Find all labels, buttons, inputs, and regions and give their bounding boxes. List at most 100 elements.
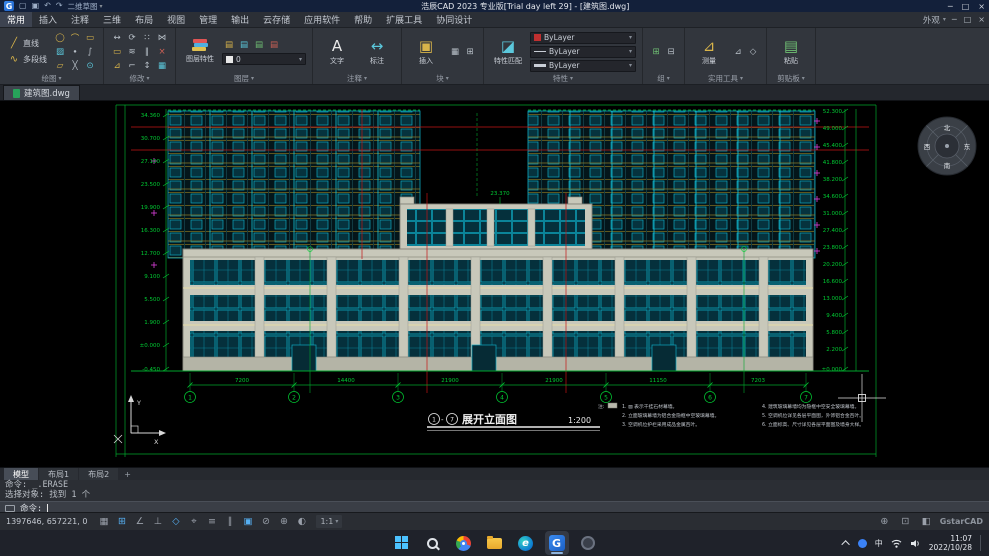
ungroup-icon[interactable]: ⊟ <box>664 45 678 58</box>
tab-insert[interactable]: 插入 <box>32 12 64 27</box>
scale-tool-icon[interactable]: ↕ <box>140 59 154 72</box>
compass-west-label[interactable]: 西 <box>924 143 931 151</box>
clean-screen-icon[interactable]: ⊡ <box>898 516 913 527</box>
stretch-tool-icon[interactable]: ▭ <box>110 45 124 58</box>
ortho-toggle-icon[interactable]: ⊥ <box>150 516 165 527</box>
start-button[interactable] <box>390 531 414 555</box>
point-tool-icon[interactable]: ∙ <box>68 45 82 58</box>
measure-button[interactable]: ⊿测量 <box>691 38 727 66</box>
group-icon[interactable]: ⊞ <box>649 45 663 58</box>
layer-isolate-icon[interactable]: ▤ <box>267 38 281 51</box>
fillet-tool-icon[interactable]: ∥ <box>140 45 154 58</box>
minimize-button[interactable]: ─ <box>948 2 953 11</box>
line-button[interactable]: ╱直线 <box>6 37 49 51</box>
compass-east-label[interactable]: 东 <box>964 142 971 151</box>
tab-3d[interactable]: 三维 <box>96 12 128 27</box>
undo-icon[interactable]: ↶ <box>44 1 51 11</box>
tab-layout[interactable]: 布局 <box>128 12 160 27</box>
customize-icon[interactable]: ◧ <box>919 516 934 527</box>
lineweight-toggle-icon[interactable]: ≡ <box>204 516 219 527</box>
tab-output[interactable]: 输出 <box>224 12 256 27</box>
panel-label-annotation[interactable]: 注释▾ <box>319 73 395 84</box>
rectangle-tool-icon[interactable]: ▭ <box>83 31 97 44</box>
volume-icon[interactable] <box>910 539 921 548</box>
clock[interactable]: 11:07 2022/10/28 <box>929 534 972 552</box>
layer-dropdown[interactable]: 0 ▾ <box>222 53 306 65</box>
osnap-toggle-icon[interactable]: ◇ <box>168 516 183 527</box>
linetype-dropdown[interactable]: ByLayer▾ <box>530 46 636 58</box>
array-tool-icon[interactable]: ▦ <box>155 59 169 72</box>
doc-minimize-button[interactable]: ─ <box>952 15 957 24</box>
workspace-switcher[interactable]: 二维草图▾ <box>68 1 103 12</box>
panel-label-layers[interactable]: 图层▾ <box>182 73 306 84</box>
tab-annotate[interactable]: 注释 <box>64 12 96 27</box>
dyn-toggle-icon[interactable]: ▣ <box>240 516 255 527</box>
grid-toggle-icon[interactable]: ▦ <box>96 516 111 527</box>
show-desktop-button[interactable] <box>980 535 981 551</box>
maximize-button[interactable]: □ <box>962 2 970 11</box>
tab-help[interactable]: 帮助 <box>347 12 379 27</box>
tab-collaboration[interactable]: 协同设计 <box>429 12 479 27</box>
paste-button[interactable]: ▤粘贴 <box>773 38 809 66</box>
panel-label-modify[interactable]: 修改▾ <box>110 73 169 84</box>
redo-icon[interactable]: ↷ <box>56 1 63 11</box>
tray-app-icon[interactable] <box>858 539 867 548</box>
tab-express-tools[interactable]: 扩展工具 <box>379 12 429 27</box>
edit-block-icon[interactable]: ⊞ <box>463 45 477 58</box>
taskbar-explorer-button[interactable] <box>483 531 507 555</box>
taskbar-gstarcad-button[interactable]: G <box>545 531 569 555</box>
doc-restore-button[interactable]: □ <box>964 15 972 24</box>
layout2-tab[interactable]: 布局2 <box>79 468 118 480</box>
quick-select-icon[interactable]: ⊿ <box>731 45 745 58</box>
layer-lock-icon[interactable]: ▤ <box>252 38 266 51</box>
taskbar-edge-button[interactable]: e <box>514 531 538 555</box>
ime-indicator[interactable]: 中 <box>875 538 883 549</box>
close-button[interactable]: × <box>978 2 985 11</box>
otrack-toggle-icon[interactable]: ⌖ <box>186 516 201 527</box>
move-tool-icon[interactable]: ↔ <box>110 31 124 44</box>
xline-tool-icon[interactable]: ╳ <box>68 59 82 72</box>
hatch-tool-icon[interactable]: ▨ <box>53 45 67 58</box>
text-button[interactable]: A文字 <box>319 38 355 66</box>
offset-tool-icon[interactable]: ≋ <box>125 45 139 58</box>
copy-tool-icon[interactable]: ∷ <box>140 31 154 44</box>
erase-tool-icon[interactable]: × <box>155 45 169 58</box>
tab-cloud[interactable]: 云存储 <box>256 12 297 27</box>
transparency-toggle-icon[interactable]: ∥ <box>222 516 237 527</box>
annotation-toggle-icon[interactable]: ⊕ <box>276 516 291 527</box>
panel-label-properties[interactable]: 特性▾ <box>490 73 636 84</box>
view-compass[interactable]: 北 南 西 东 <box>918 117 976 175</box>
color-dropdown[interactable]: ByLayer▾ <box>530 32 636 44</box>
document-tab[interactable]: 建筑图.dwg <box>3 85 80 100</box>
point-style-icon[interactable]: ◇ <box>746 45 760 58</box>
trim-tool-icon[interactable]: ⊿ <box>110 59 124 72</box>
create-block-icon[interactable]: ▦ <box>448 45 462 58</box>
polygon-tool-icon[interactable]: ▱ <box>53 59 67 72</box>
layer-freeze-icon[interactable]: ▤ <box>237 38 251 51</box>
tab-apps[interactable]: 应用软件 <box>297 12 347 27</box>
tab-manage[interactable]: 管理 <box>192 12 224 27</box>
panel-label-clipboard[interactable]: 剪贴板▾ <box>773 73 809 84</box>
dimension-button[interactable]: ↔标注 <box>359 38 395 66</box>
donut-tool-icon[interactable]: ⊙ <box>83 59 97 72</box>
insert-block-button[interactable]: ▣插入 <box>408 38 444 66</box>
arc-tool-icon[interactable]: ⌒ <box>68 31 82 44</box>
add-layout-button[interactable]: + <box>119 470 136 479</box>
taskbar-search-button[interactable] <box>421 531 445 555</box>
layer-properties-button[interactable]: 图层特性 <box>182 39 218 64</box>
new-file-icon[interactable]: ▢ <box>19 1 27 11</box>
panel-label-block[interactable]: 块▾ <box>408 73 477 84</box>
spline-tool-icon[interactable]: ∫ <box>83 45 97 58</box>
isolate-objects-icon[interactable]: ⊕ <box>877 516 892 527</box>
mirror-tool-icon[interactable]: ⋈ <box>155 31 169 44</box>
taskbar-browser-button[interactable] <box>576 531 600 555</box>
panel-label-draw[interactable]: 绘图▾ <box>6 73 97 84</box>
tab-home[interactable]: 常用 <box>0 12 32 27</box>
annotation-scale-chip[interactable]: 1:1▾ <box>316 515 342 528</box>
drawing-canvas[interactable]: 34.360 30.700 27.100 23.500 19.900 16.30… <box>0 101 989 467</box>
save-icon[interactable]: ▣ <box>32 1 40 11</box>
lineweight-dropdown[interactable]: ByLayer▾ <box>530 60 636 72</box>
compass-south-label[interactable]: 南 <box>944 161 951 170</box>
compass-north-label[interactable]: 北 <box>944 124 951 132</box>
appearance-menu[interactable]: 外观▾ <box>917 12 952 27</box>
